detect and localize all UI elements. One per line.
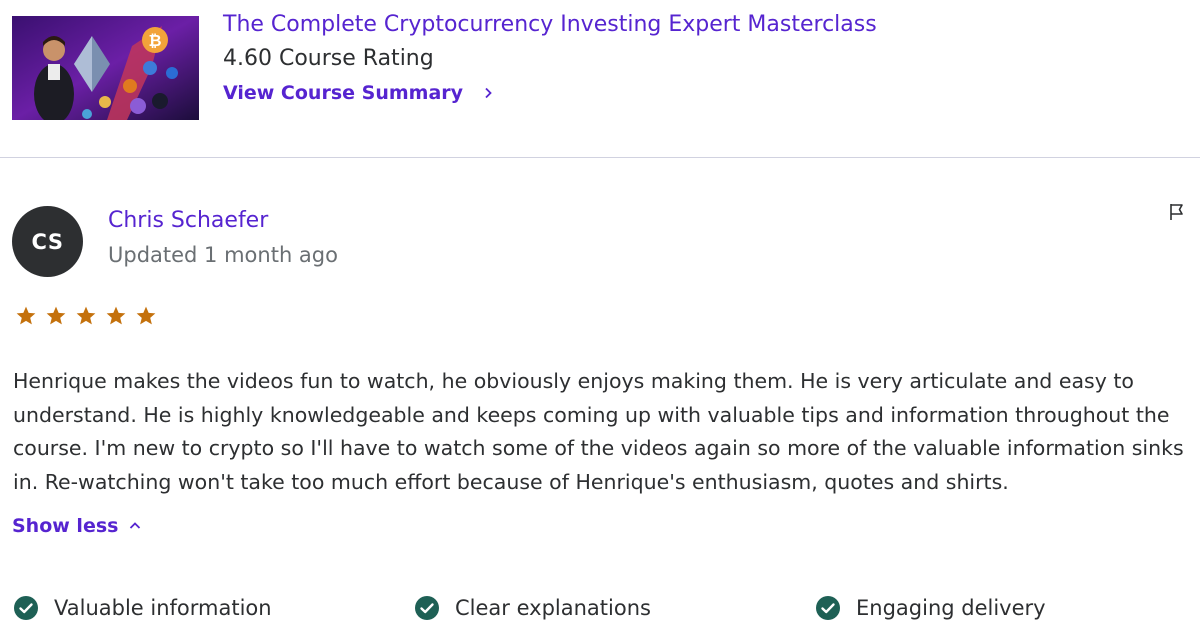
tag-clear-explanations: Clear explanations (414, 595, 651, 621)
star-icon (76, 306, 96, 325)
course-rating: 4.60 Course Rating (223, 46, 434, 71)
review-date: Updated 1 month ago (108, 243, 338, 267)
review-text: Henrique makes the videos fun to watch, … (13, 369, 1184, 494)
check-circle-icon (415, 596, 439, 620)
reviewer-name[interactable]: Chris Schaefer (108, 208, 268, 233)
flag-icon[interactable] (1167, 202, 1187, 222)
review-page: ₿ The Complete Cryptocurrency Investing … (0, 0, 1200, 635)
star-icon (106, 306, 126, 325)
show-less-label: Show less (12, 515, 119, 537)
star-icon (16, 306, 36, 325)
show-less-button[interactable]: Show less (12, 515, 142, 537)
check-circle-icon (14, 596, 38, 620)
tag-label: Valuable information (54, 596, 272, 620)
course-title[interactable]: The Complete Cryptocurrency Investing Ex… (223, 12, 877, 37)
course-thumbnail-image: ₿ (12, 16, 199, 120)
star-rating (15, 305, 157, 327)
tag-valuable-information: Valuable information (13, 595, 272, 621)
avatar: CS (12, 206, 83, 277)
review-tags: Valuable information Clear explanations … (13, 595, 1193, 627)
svg-text:₿: ₿ (148, 31, 161, 50)
tag-engaging-delivery: Engaging delivery (815, 595, 1046, 621)
chevron-up-icon (130, 522, 141, 529)
star-icon (46, 306, 66, 325)
course-thumbnail[interactable]: ₿ (12, 16, 199, 120)
tag-label: Clear explanations (455, 596, 651, 620)
view-course-summary-link[interactable]: View Course Summary (223, 82, 495, 104)
view-course-summary-label: View Course Summary (223, 82, 464, 104)
chevron-right-icon (485, 87, 492, 99)
star-icon (136, 306, 156, 325)
course-header: ₿ The Complete Cryptocurrency Investing … (0, 0, 1200, 158)
check-circle-icon (816, 596, 840, 620)
tag-label: Engaging delivery (856, 596, 1046, 620)
